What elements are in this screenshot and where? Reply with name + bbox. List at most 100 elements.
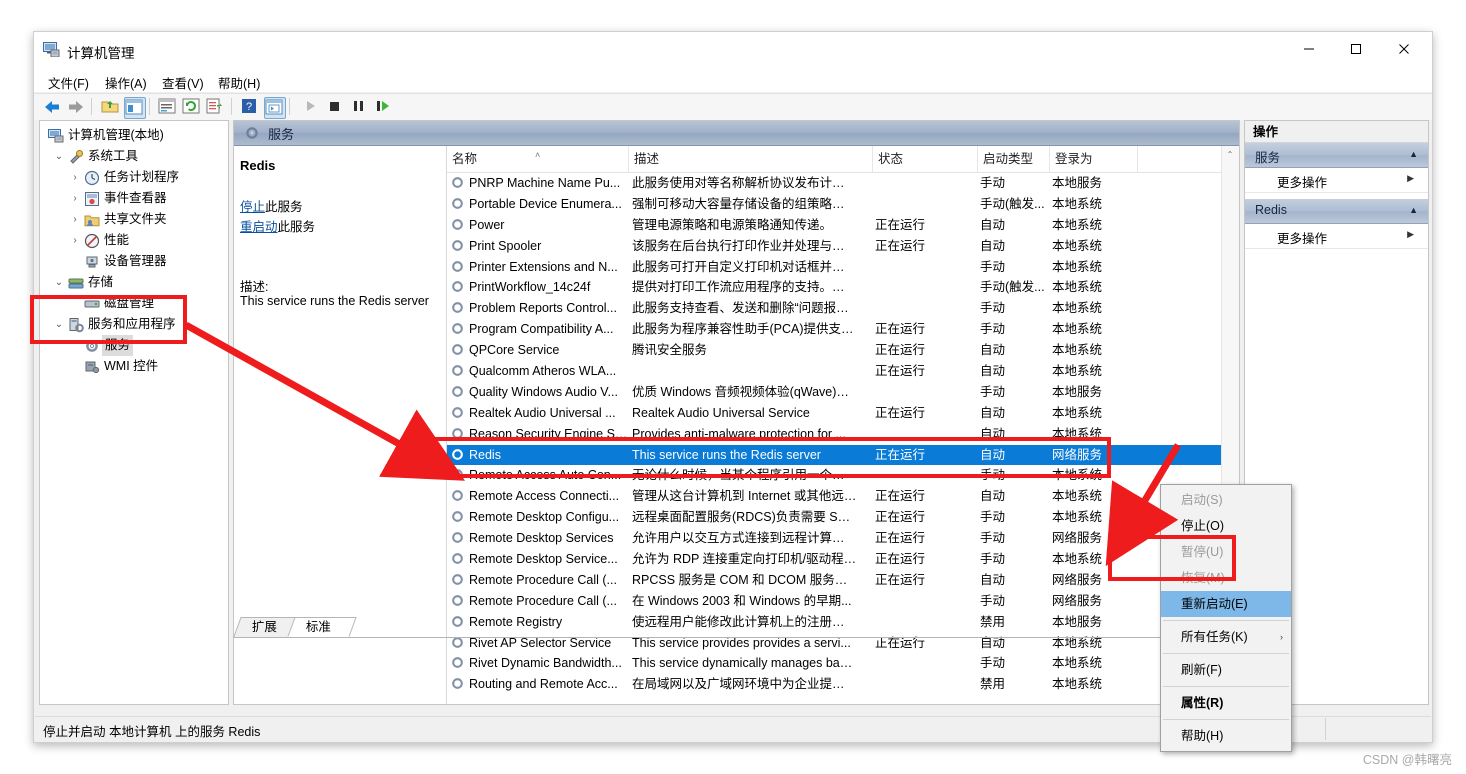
table-row[interactable]: Redis This service runs the Redis server 正… <box>447 444 1222 466</box>
table-row[interactable]: Remote Access Connecti... 管理从这台计算机到 Inter… <box>447 486 1222 507</box>
service-gear-icon <box>450 405 465 420</box>
menu-action[interactable]: 操作(A) <box>99 71 153 94</box>
table-row[interactable]: Problem Reports Control... 此服务支持查看、发送和删除“… <box>447 298 1222 319</box>
service-gear-icon <box>450 238 465 253</box>
service-gear-icon <box>450 279 465 294</box>
table-row[interactable]: PrintWorkflow_14c24f 提供对打印工作流应用程序的支持。如果..… <box>447 277 1222 298</box>
table-row[interactable]: PNRP Machine Name Pu... 此服务使用对等名称解析协议发布计算… <box>447 173 1222 194</box>
chevron-up-icon[interactable]: ▲ <box>1409 149 1418 159</box>
cell-name: Remote Desktop Services <box>469 531 614 546</box>
context-menu-item-help[interactable]: 帮助(H) <box>1161 723 1291 749</box>
show-hide-tree-icon[interactable] <box>124 97 146 119</box>
chevron-right-icon[interactable]: › <box>68 188 82 209</box>
back-arrow-icon[interactable] <box>42 97 62 117</box>
column-header-startup-type[interactable]: 启动类型 <box>978 146 1050 172</box>
forward-arrow-icon[interactable] <box>66 97 86 117</box>
menu-view[interactable]: 查看(V) <box>156 71 210 94</box>
help-icon[interactable]: ? <box>240 97 260 117</box>
start-service-icon[interactable] <box>301 97 321 117</box>
menu-help[interactable]: 帮助(H) <box>212 71 266 94</box>
action-more-actions-redis[interactable]: 更多操作 ▶ <box>1245 224 1428 249</box>
export-list-icon[interactable] <box>206 97 226 117</box>
actions-group-services[interactable]: 服务 ▲ <box>1245 143 1428 168</box>
stop-service-icon[interactable] <box>325 97 345 117</box>
actions-group-redis[interactable]: Redis ▲ <box>1245 199 1428 224</box>
table-row[interactable]: Remote Desktop Services 允许用户以交互方式连接到远程计算机… <box>447 528 1222 549</box>
pause-service-icon[interactable] <box>349 97 369 117</box>
column-header-logon-as[interactable]: 登录为 <box>1050 146 1138 172</box>
restart-service-link[interactable]: 重启动 <box>240 220 278 234</box>
tree-item-label: 系统工具 <box>88 149 139 163</box>
restart-service-link-row[interactable]: 重启动此服务 <box>240 216 315 235</box>
cell-description: 在局域网以及广域网环境中为企业提供路... <box>632 677 857 692</box>
table-row[interactable]: Program Compatibility A... 此服务为程序兼容性助手(PC… <box>447 319 1222 340</box>
cell-startup-type: 手动 <box>980 322 1006 337</box>
context-menu-item-all-tasks[interactable]: 所有任务(K) › <box>1161 624 1291 650</box>
cell-logon-as: 本地系统 <box>1052 364 1103 379</box>
column-header-description[interactable]: 描述 <box>629 146 873 172</box>
refresh-icon[interactable] <box>182 97 202 117</box>
service-context-menu[interactable]: 启动(S) 停止(O) 暂停(U) 恢复(M) 重新启动(E) 所有任务(K) … <box>1160 484 1292 752</box>
close-button[interactable] <box>1381 32 1427 66</box>
cell-startup-type: 手动 <box>980 259 1006 274</box>
cell-logon-as: 本地系统 <box>1052 280 1103 295</box>
table-row[interactable]: Quality Windows Audio V... 优质 Windows 音频视… <box>447 382 1222 403</box>
table-row[interactable]: Remote Access Auto Con... 无论什么时候，当某个程序引用一… <box>447 465 1222 486</box>
maximize-button[interactable] <box>1333 32 1379 66</box>
minimize-button[interactable] <box>1286 32 1332 66</box>
sort-ascending-icon: ˄ <box>535 150 541 160</box>
stop-service-link[interactable]: 停止 <box>240 200 265 214</box>
chevron-right-icon[interactable]: › <box>68 209 82 230</box>
table-row[interactable]: Remote Desktop Service... 允许为 RDP 连接重定向打印… <box>447 549 1222 570</box>
show-hide-action-pane-icon[interactable] <box>264 97 286 119</box>
chevron-down-icon[interactable]: ⌄ <box>52 272 66 293</box>
up-folder-icon[interactable] <box>100 97 120 117</box>
chevron-down-icon[interactable]: ⌄ <box>52 146 66 167</box>
cell-logon-as: 网络服务 <box>1052 447 1103 462</box>
table-row[interactable]: Portable Device Enumera... 强制可移动大容量存储设备的组… <box>447 194 1222 215</box>
table-row[interactable]: Print Spooler 该服务在后台执行打印作业并处理与打印... 正在运行 自动… <box>447 236 1222 257</box>
navigation-tree[interactable]: 计算机管理(本地) ⌄ 系统工具 › 任务计划程序 › 事件查看器 › 共享文件… <box>39 120 229 705</box>
menu-file[interactable]: 文件(F) <box>42 71 95 94</box>
cell-logon-as: 本地服务 <box>1052 176 1103 190</box>
column-header-status[interactable]: 状态 <box>873 146 978 172</box>
context-menu-item-refresh[interactable]: 刷新(F) <box>1161 657 1291 683</box>
console-header: 服务 <box>234 121 1239 146</box>
chevron-down-icon[interactable]: ⌄ <box>52 314 66 335</box>
chevron-right-icon[interactable]: › <box>68 230 82 251</box>
table-row[interactable]: Remote Procedure Call (... 在 Windows 2003… <box>447 591 1222 612</box>
context-menu-item-properties[interactable]: 属性(R) <box>1161 690 1291 716</box>
table-row[interactable]: QPCore Service 腾讯安全服务 正在运行 自动 本地系统 <box>447 340 1222 361</box>
context-menu-item-restart[interactable]: 重新启动(E) <box>1161 591 1291 617</box>
table-row[interactable]: Routing and Remote Acc... 在局域网以及广域网环境中为企业… <box>447 674 1222 695</box>
tab-standard[interactable]: 标准 <box>287 617 357 637</box>
restart-service-icon[interactable] <box>373 97 393 117</box>
watermark: CSDN @韩曙亮 <box>1362 753 1452 767</box>
context-menu-item-stop[interactable]: 停止(O) <box>1161 513 1291 539</box>
scroll-up-button[interactable]: ⌃ <box>1222 146 1238 163</box>
cell-description: 此服务可打开自定义打印机对话框并处理... <box>632 259 857 274</box>
context-menu-separator <box>1163 686 1289 687</box>
chevron-up-icon[interactable]: ▲ <box>1409 205 1418 215</box>
table-row[interactable]: Printer Extensions and N... 此服务可打开自定义打印机对… <box>447 257 1222 278</box>
action-more-actions-services[interactable]: 更多操作 ▶ <box>1245 168 1428 193</box>
cell-logon-as: 本地系统 <box>1052 343 1103 358</box>
table-row[interactable]: Power 管理电源策略和电源策略通知传递。 正在运行 自动 本地系统 <box>447 215 1222 236</box>
table-row[interactable]: Realtek Audio Universal ... Realtek Audio… <box>447 403 1222 424</box>
cell-status: 正在运行 <box>875 572 926 587</box>
cell-description: 该服务在后台执行打印作业并处理与打印... <box>632 238 857 253</box>
cell-description: 允许用户以交互方式连接到远程计算机。... <box>632 531 857 546</box>
table-row[interactable]: Remote Procedure Call (... RPCSS 服务是 COM … <box>447 570 1222 591</box>
cell-startup-type: 自动 <box>980 238 1006 253</box>
chevron-right-icon[interactable]: › <box>68 167 82 188</box>
properties-icon[interactable] <box>158 97 178 117</box>
table-row[interactable]: Remote Desktop Configu... 远程桌面配置服务(RDCS)负… <box>447 507 1222 528</box>
cell-status: 正在运行 <box>875 531 926 546</box>
stop-service-link-row[interactable]: 停止此服务 <box>240 196 303 215</box>
table-row[interactable]: Qualcomm Atheros WLA... 正在运行 自动 本地系统 <box>447 361 1222 382</box>
table-row[interactable]: Rivet Dynamic Bandwidth... This service d… <box>447 653 1222 674</box>
cell-name: Power <box>469 217 505 232</box>
detail-description-text: This service runs the Redis server <box>240 294 429 308</box>
table-row[interactable]: Reason Security Engine Sm... Provides ant… <box>447 424 1222 445</box>
cell-name: Redis <box>469 447 501 462</box>
